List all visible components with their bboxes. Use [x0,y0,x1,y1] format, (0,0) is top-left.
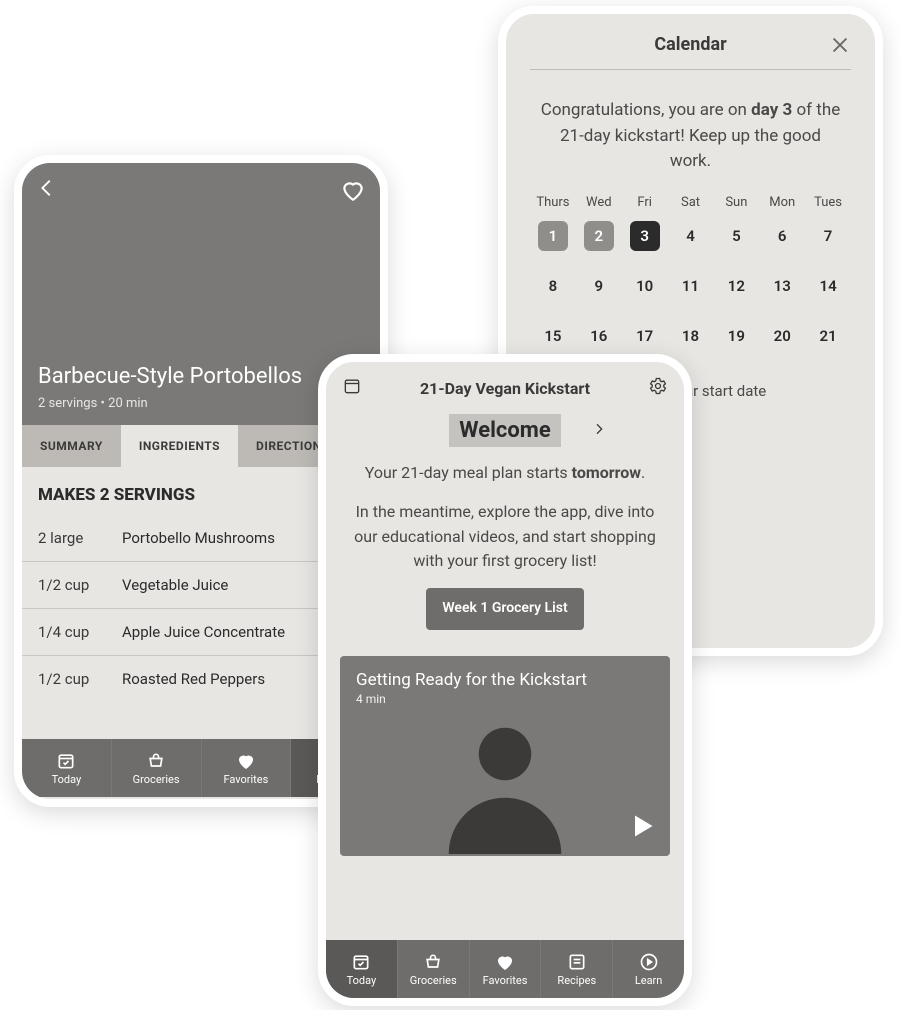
calendar-day[interactable]: 21 [805,320,851,352]
back-icon[interactable] [36,177,58,203]
play-icon[interactable] [628,812,656,844]
calendar-day[interactable]: 16 [576,320,622,352]
welcome-heading: Welcome [449,414,560,447]
calendar-day[interactable]: 19 [713,320,759,352]
calendar-day[interactable]: 18 [668,320,714,352]
calendar-day[interactable]: 17 [622,320,668,352]
nav-favorites[interactable]: Favorites [470,940,542,998]
calendar-day[interactable]: 2 [576,220,622,252]
calendar-day[interactable]: 5 [713,220,759,252]
calendar-day[interactable]: 9 [576,270,622,302]
favorite-icon[interactable] [340,177,366,207]
calendar-day[interactable]: 8 [530,270,576,302]
welcome-screen: 21-Day Vegan Kickstart Welcome Your 21-d… [318,354,692,1006]
calendar-day[interactable]: 11 [668,270,714,302]
welcome-line-1: Your 21-day meal plan starts tomorrow. [348,461,662,486]
calendar-day[interactable]: 13 [759,270,805,302]
nav-today[interactable]: Today [22,739,112,797]
calendar-day[interactable]: 7 [805,220,851,252]
avatar-icon [430,704,580,858]
nav-groceries[interactable]: Groceries [112,739,202,797]
tab-summary[interactable]: SUMMARY [22,425,121,467]
recipe-subtitle: 2 servings • 20 min [38,396,148,411]
calendar-title: Calendar [654,34,726,55]
grocery-list-button[interactable]: Week 1 Grocery List [426,588,583,630]
calendar-day[interactable]: 1 [530,220,576,252]
calendar-grid: 123456789101112131415161718192021 [530,220,851,352]
tab-ingredients[interactable]: INGREDIENTS [121,425,238,467]
calendar-weekday-row: ThursWedFriSatSunMonTues [530,195,851,210]
calendar-day[interactable]: 15 [530,320,576,352]
gear-icon[interactable] [648,376,668,400]
video-title: Getting Ready for the Kickstart [356,670,654,690]
calendar-day[interactable]: 14 [805,270,851,302]
calendar-day[interactable]: 4 [668,220,714,252]
close-icon[interactable] [829,34,851,56]
welcome-line-2: In the meantime, explore the app, dive i… [348,500,662,574]
calendar-day[interactable]: 10 [622,270,668,302]
calendar-day[interactable]: 20 [759,320,805,352]
nav-favorites[interactable]: Favorites [202,739,292,797]
nav-recipes[interactable]: Recipes [541,940,613,998]
calendar-day[interactable]: 3 [622,220,668,252]
calendar-day[interactable]: 12 [713,270,759,302]
nav-learn[interactable]: Learn [613,940,684,998]
video-card[interactable]: Getting Ready for the Kickstart 4 min [340,656,670,856]
calendar-icon[interactable] [342,376,362,400]
nav-groceries[interactable]: Groceries [398,940,470,998]
bottom-nav: Today Groceries Favorites Recipes Learn [326,940,684,998]
recipe-title: Barbecue-Style Portobellos [38,364,302,389]
app-title: 21-Day Vegan Kickstart [420,379,590,398]
calendar-congrats: Congratulations, you are on day 3 of the… [530,70,851,195]
calendar-day[interactable]: 6 [759,220,805,252]
nav-today[interactable]: Today [326,940,398,998]
chevron-right-icon[interactable] [591,421,607,441]
